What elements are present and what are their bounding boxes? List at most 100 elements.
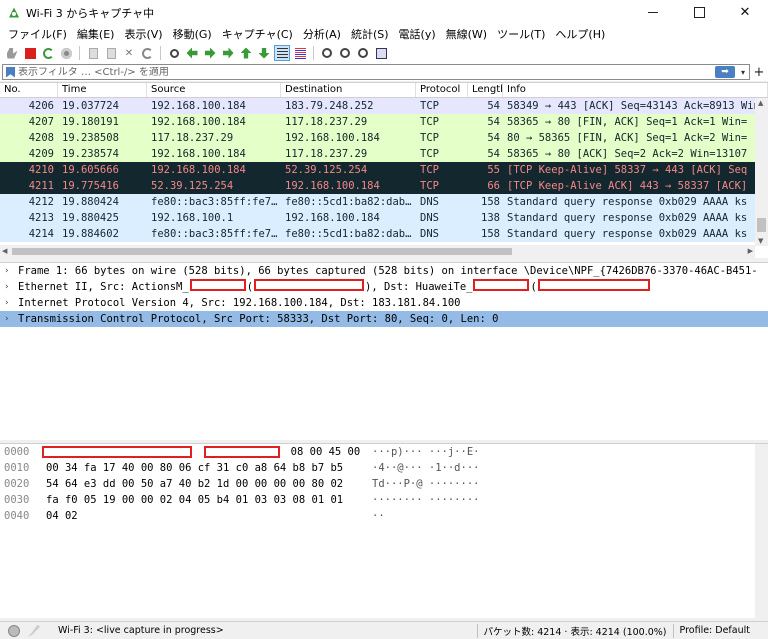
arrow-up-icon (240, 47, 252, 59)
profile-selector[interactable]: Profile: Default (680, 625, 750, 636)
normal-size-button[interactable] (355, 45, 371, 61)
redaction-box (42, 446, 192, 458)
column-header-time[interactable]: Time (58, 83, 147, 97)
detail-ethernet-paren: ( (246, 281, 254, 293)
column-header-protocol[interactable]: Protocol (416, 83, 468, 97)
zoom-out-button[interactable] (337, 45, 353, 61)
minimize-button[interactable] (630, 0, 676, 25)
colorize-button[interactable] (292, 45, 308, 61)
menu-wireless[interactable]: 無線(W) (441, 26, 492, 42)
scrollbar-thumb[interactable] (12, 248, 512, 255)
cell-time: 19.238508 (62, 132, 119, 144)
restart-icon (42, 47, 54, 59)
table-row[interactable]: 4209 19.238574 192.168.100.184 117.18.237.2… (0, 146, 768, 162)
table-row[interactable]: 4214 19.884602 fe80::bac3:85ff:fe7… fe80::5… (0, 226, 768, 242)
menu-bar: ファイル(F) 編集(E) 表示(V) 移動(G) キャプチャ(C) 分析(A)… (0, 25, 768, 43)
hex-row[interactable]: 0020 54 64 e3 dd 00 50 a7 40 b2 1d 00 00… (0, 476, 768, 492)
bookmark-icon[interactable] (6, 66, 15, 78)
zoom-in-button[interactable] (319, 45, 335, 61)
table-row[interactable]: 4206 19.037724 192.168.100.184 183.79.248.2… (0, 98, 768, 114)
table-row[interactable]: 4212 19.880424 fe80::bac3:85ff:fe7… fe80::5… (0, 194, 768, 210)
scroll-down-icon[interactable]: ▼ (758, 237, 763, 245)
add-filter-button[interactable]: + (750, 65, 768, 80)
cell-info: 58365 → 80 [FIN, ACK] Seq=1 Ack=1 Win= (507, 116, 748, 128)
table-row[interactable]: 4213 19.880425 192.168.100.1 192.168.100.18… (0, 210, 768, 226)
column-header-source[interactable]: Source (147, 83, 281, 97)
find-packet-button[interactable] (166, 45, 182, 61)
display-filter-input[interactable] (18, 66, 715, 78)
scroll-right-icon[interactable]: ▶ (748, 247, 753, 255)
hex-row[interactable]: 0040 04 02 ·· (0, 508, 768, 524)
detail-frame[interactable]: › Frame 1: 66 bytes on wire (528 bits), … (0, 263, 768, 279)
capture-options-button[interactable] (58, 45, 74, 61)
scroll-left-icon[interactable]: ◀ (2, 247, 7, 255)
menu-go[interactable]: 移動(G) (168, 26, 217, 42)
hex-row[interactable]: 0030 fa f0 05 19 00 00 02 04 05 b4 01 03… (0, 492, 768, 508)
scroll-up-icon[interactable]: ▲ (758, 99, 763, 107)
detail-ethernet[interactable]: › Ethernet II, Src: ActionsM_ ( ), Dst: … (0, 279, 768, 295)
hex-bytes: 08 00 45 00 (42, 444, 372, 460)
packet-list-vertical-scrollbar[interactable]: ▲ ▼ (755, 98, 768, 246)
cell-source: fe80::bac3:85ff:fe7… (151, 196, 278, 208)
start-capture-button[interactable] (4, 45, 20, 61)
open-file-button[interactable] (85, 45, 101, 61)
menu-view[interactable]: 表示(V) (119, 26, 167, 42)
status-bar: Wi-Fi 3: <live capture in progress> パケット… (0, 621, 768, 639)
expand-caret-icon[interactable]: › (4, 279, 18, 295)
hex-row[interactable]: 0010 00 34 fa 17 40 00 80 06 cf 31 c0 a8… (0, 460, 768, 476)
close-file-button[interactable]: ✕ (121, 45, 137, 61)
table-row[interactable]: 4208 19.238508 117.18.237.29 192.168.100.18… (0, 130, 768, 146)
menu-edit[interactable]: 編集(E) (72, 26, 120, 42)
detail-tcp[interactable]: › Transmission Control Protocol, Src Por… (0, 311, 768, 327)
cell-destination: 117.18.237.29 (285, 116, 368, 128)
cell-time: 19.037724 (62, 100, 119, 112)
menu-help[interactable]: ヘルプ(H) (550, 26, 610, 42)
table-row[interactable]: 4207 19.180191 192.168.100.184 117.18.237.2… (0, 114, 768, 130)
resize-columns-button[interactable] (373, 45, 389, 61)
last-packet-button[interactable] (256, 45, 272, 61)
save-file-button[interactable] (103, 45, 119, 61)
maximize-button[interactable] (676, 0, 722, 25)
menu-statistics[interactable]: 統計(S) (346, 26, 394, 42)
cell-info: [TCP Keep-Alive ACK] 443 → 58337 [ACK] (507, 180, 748, 192)
cell-time: 19.238574 (62, 148, 119, 160)
menu-capture[interactable]: キャプチャ(C) (217, 26, 298, 42)
column-header-info[interactable]: Info (503, 83, 768, 97)
column-header-length[interactable]: Length (468, 83, 503, 97)
cell-destination: 183.79.248.252 (285, 100, 374, 112)
apply-filter-button[interactable]: ➡ (715, 66, 735, 78)
hex-vertical-scrollbar[interactable] (755, 444, 768, 618)
first-packet-button[interactable] (238, 45, 254, 61)
previous-packet-button[interactable] (184, 45, 200, 61)
restart-capture-button[interactable] (40, 45, 56, 61)
menu-analyze[interactable]: 分析(A) (298, 26, 346, 42)
hex-row[interactable]: 0000 08 00 45 00 ···p)··· ···j··E· (0, 444, 768, 460)
reload-file-button[interactable] (139, 45, 155, 61)
column-header-no[interactable]: No. (0, 83, 58, 97)
cell-destination: 117.18.237.29 (285, 148, 368, 160)
redaction-box (537, 279, 650, 291)
scrollbar-thumb[interactable] (757, 218, 766, 232)
packet-list-horizontal-scrollbar[interactable]: ◀ ▶ (0, 245, 755, 258)
close-button[interactable]: ✕ (722, 0, 768, 25)
table-row[interactable]: 4210 19.605666 192.168.100.184 52.39.125.25… (0, 162, 768, 178)
menu-telephony[interactable]: 電話(y) (394, 26, 441, 42)
next-packet-button[interactable] (202, 45, 218, 61)
edit-comment-icon[interactable] (28, 624, 40, 637)
go-to-packet-button[interactable] (220, 45, 236, 61)
expand-caret-icon[interactable]: › (4, 295, 18, 311)
column-header-destination[interactable]: Destination (281, 83, 416, 97)
menu-tools[interactable]: ツール(T) (492, 26, 550, 42)
table-row[interactable]: 4211 19.775416 52.39.125.254 192.168.100.18… (0, 178, 768, 194)
menu-file[interactable]: ファイル(F) (3, 26, 72, 42)
stop-capture-button[interactable] (22, 45, 38, 61)
detail-ip[interactable]: › Internet Protocol Version 4, Src: 192.… (0, 295, 768, 311)
cell-length: 54 (487, 100, 500, 112)
hex-ascii: ········ ········ (372, 494, 480, 506)
auto-scroll-button[interactable] (274, 45, 290, 61)
expand-caret-icon[interactable]: › (4, 311, 18, 327)
arrow-right-icon (204, 47, 216, 59)
expand-caret-icon[interactable]: › (4, 263, 18, 279)
expert-info-icon[interactable] (8, 624, 20, 637)
chevron-down-icon[interactable]: ▾ (737, 68, 749, 77)
